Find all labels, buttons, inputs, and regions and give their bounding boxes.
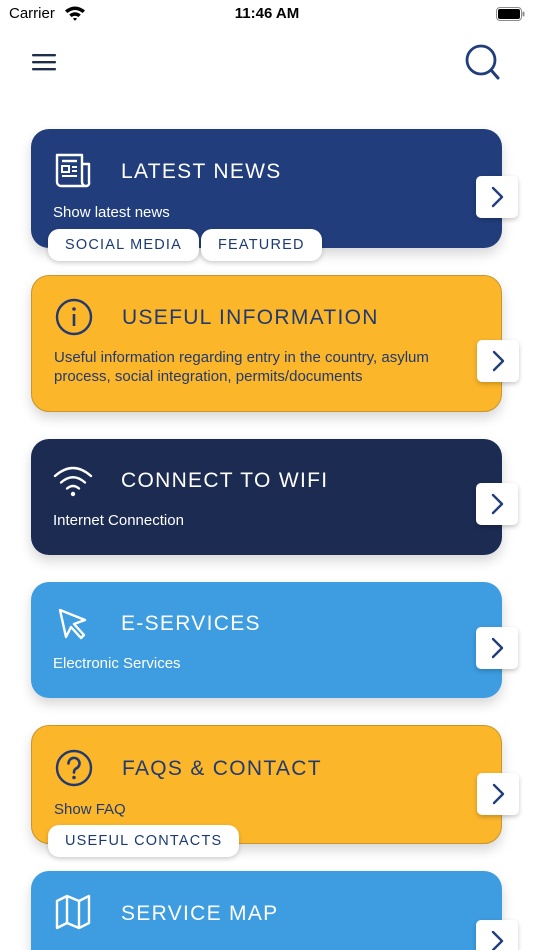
chevron-right-icon xyxy=(492,783,505,805)
service-map-arrow-button[interactable] xyxy=(476,920,518,950)
screen: Carrier 11:46 AM LATEST NEWS Show latest… xyxy=(0,0,534,950)
card-title: LATEST NEWS xyxy=(121,160,282,183)
card-connect-wifi[interactable]: CONNECT TO WIFI Internet Connection xyxy=(31,439,518,555)
latest-news-arrow-button[interactable] xyxy=(476,176,518,218)
question-icon xyxy=(55,749,93,787)
card-title: E-SERVICES xyxy=(121,612,261,635)
card-subtitle: Show latest news xyxy=(53,204,170,221)
chevron-right-icon xyxy=(491,637,504,659)
card-subtitle: Internet Connection xyxy=(53,512,184,529)
card-title: FAQS & CONTACT xyxy=(122,757,322,780)
tag-useful-contacts[interactable]: USEFUL CONTACTS xyxy=(48,825,240,857)
card-useful-information[interactable]: USEFUL INFORMATION Useful information re… xyxy=(31,275,519,412)
card-subtitle: Show FAQ xyxy=(54,801,126,818)
newspaper-icon xyxy=(55,153,91,188)
cursor-icon xyxy=(58,608,87,640)
card-title: SERVICE MAP xyxy=(121,902,279,925)
chevron-right-icon xyxy=(491,493,504,515)
chevron-right-icon xyxy=(492,350,505,372)
info-icon xyxy=(55,298,93,336)
connect-wifi-arrow-button[interactable] xyxy=(476,483,518,525)
search-button[interactable] xyxy=(460,42,504,82)
tag-social-media[interactable]: SOCIAL MEDIA xyxy=(48,229,199,261)
menu-button[interactable] xyxy=(28,48,60,76)
faqs-contact-arrow-button[interactable] xyxy=(477,773,519,815)
card-subtitle: Electronic Services xyxy=(53,655,181,672)
card-service-map[interactable]: SERVICE MAP xyxy=(31,871,518,950)
hamburger-icon xyxy=(32,54,56,71)
wifi-icon xyxy=(53,466,93,497)
card-title: USEFUL INFORMATION xyxy=(122,306,379,329)
useful-information-arrow-button[interactable] xyxy=(477,340,519,382)
e-services-arrow-button[interactable] xyxy=(476,627,518,669)
card-subtitle: Useful information regarding entry in th… xyxy=(54,349,429,385)
chevron-right-icon xyxy=(491,186,504,208)
search-icon xyxy=(465,44,500,80)
map-icon xyxy=(55,894,91,930)
chevron-right-icon xyxy=(491,930,504,950)
tag-featured[interactable]: FEATURED xyxy=(201,229,322,261)
status-time: 11:46 AM xyxy=(234,5,300,22)
card-title: CONNECT TO WIFI xyxy=(121,469,329,492)
card-e-services[interactable]: E-SERVICES Electronic Services xyxy=(31,582,518,698)
status-bar: Carrier 11:46 AM xyxy=(0,0,534,28)
battery-icon xyxy=(496,7,525,21)
